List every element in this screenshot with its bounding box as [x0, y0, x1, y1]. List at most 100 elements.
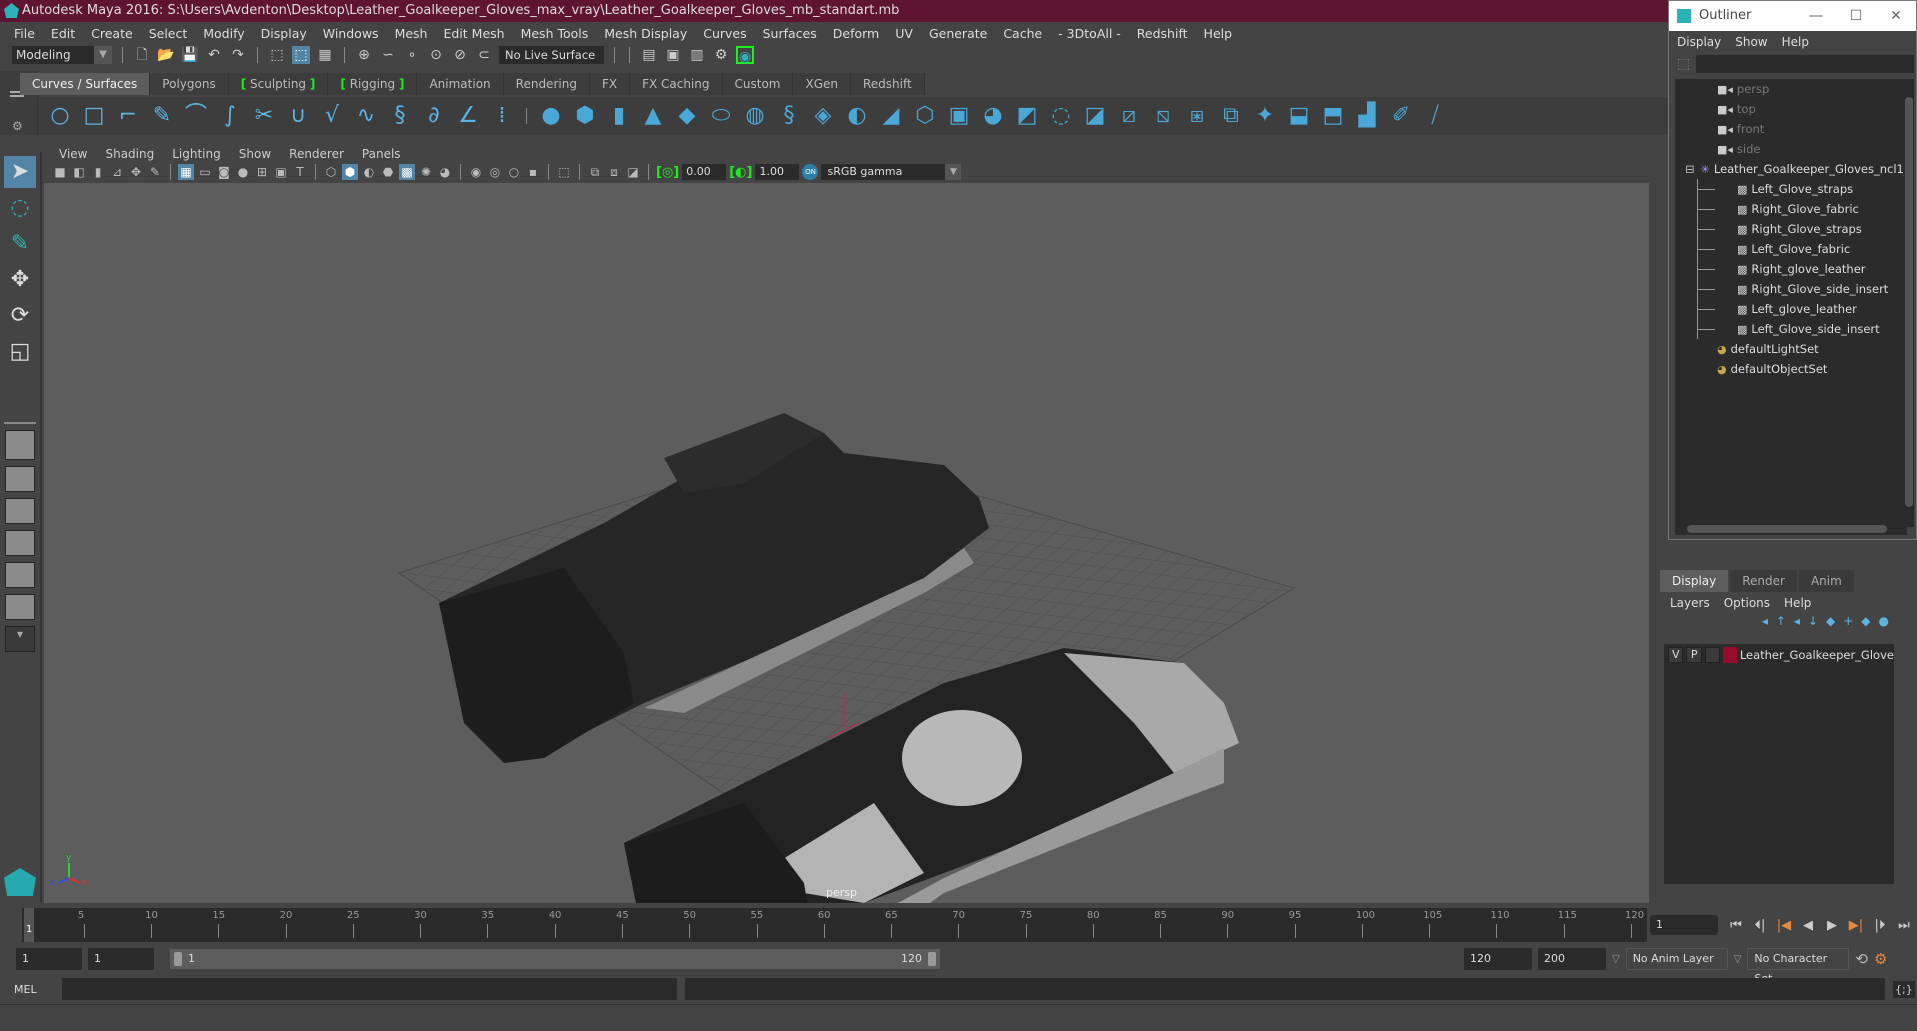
viewport-3d[interactable]: y x z [44, 183, 1649, 903]
select-tool-icon[interactable]: ➤ [4, 156, 36, 188]
layer-tab-anim[interactable]: Anim [1798, 570, 1854, 592]
outliner-search-input[interactable] [1696, 55, 1914, 73]
menu-curves[interactable]: Curves [695, 26, 754, 41]
rotate-tool-icon[interactable]: ⟳ [4, 300, 36, 332]
mode-selector[interactable]: Modeling ▼ [12, 46, 112, 64]
move-layer-up-icon[interactable]: ◂↑ [1762, 614, 1794, 628]
layer-visibility-toggle[interactable]: V [1668, 647, 1684, 663]
image-plane-icon[interactable]: ⊿ [109, 164, 125, 180]
layer-menu-options[interactable]: Options [1724, 596, 1770, 610]
go-to-start-icon[interactable]: ⏮ [1725, 918, 1747, 933]
playback-end-field[interactable]: 120 [1464, 948, 1532, 970]
undo-icon[interactable]: ↶ [205, 46, 223, 64]
shelf-tab-sculpting[interactable]: [ Sculpting ] [228, 73, 329, 95]
screen-space-ao-icon[interactable]: ◉ [468, 164, 484, 180]
nurbs-circle-icon[interactable]: ○ [46, 102, 74, 130]
bevel-icon[interactable]: ◕ [979, 102, 1007, 130]
depth-of-field-icon[interactable]: ▪ [525, 164, 541, 180]
extend-curve-icon[interactable]: ∠ [454, 102, 482, 130]
shelf-tab-rigging[interactable]: [ Rigging ] [328, 73, 418, 95]
menu-edit[interactable]: Edit [43, 26, 83, 41]
animation-end-field[interactable]: 200 [1538, 948, 1606, 970]
range-start-handle[interactable] [174, 952, 182, 966]
nurbs-sphere-icon[interactable]: ● [537, 102, 565, 130]
planar-icon[interactable]: ◈ [809, 102, 837, 130]
menu-file[interactable]: File [6, 26, 43, 41]
menu-help[interactable]: Help [1196, 26, 1241, 41]
sculpt-icon[interactable]: ✐ [1387, 102, 1415, 130]
ep-curve-icon[interactable]: ⌒ [182, 102, 210, 130]
motion-blur-icon[interactable]: ◎ [487, 164, 503, 180]
perspective-outliner-layout-icon[interactable] [5, 498, 35, 524]
grease-pencil-icon[interactable]: ✎ [147, 164, 163, 180]
nurbs-cylinder-icon[interactable]: ▮ [605, 102, 633, 130]
shelf-tab-fx-caching[interactable]: FX Caching [630, 73, 723, 95]
move-layer-down-icon[interactable]: ◂↓ [1794, 614, 1826, 628]
shelf-tab-animation[interactable]: Animation [417, 73, 504, 95]
layer-menu-layers[interactable]: Layers [1670, 596, 1710, 610]
render-globals-icon[interactable]: ⚙ [712, 46, 730, 64]
shelf-tab-xgen[interactable]: XGen [793, 73, 851, 95]
film-gate-icon[interactable]: ▭ [197, 164, 213, 180]
script-editor-icon[interactable]: {;} [1893, 980, 1915, 998]
outliner-item[interactable]: ■◂ top [1675, 99, 1907, 119]
perspective-graph-layout-icon[interactable] [5, 530, 35, 556]
exposure-icon[interactable]: [◎] [656, 165, 679, 180]
outliner-item[interactable]: ▩ Left_glove_leather [1675, 299, 1907, 319]
layer-tab-display[interactable]: Display [1660, 570, 1729, 592]
extend-surface-icon[interactable]: ⬓ [1285, 102, 1313, 130]
animation-preferences-icon[interactable]: ⚙ [1874, 950, 1887, 968]
menu-mesh-display[interactable]: Mesh Display [596, 26, 695, 41]
scrollbar-thumb[interactable] [1687, 525, 1887, 533]
wireframe-icon[interactable]: ⬡ [323, 164, 339, 180]
redo-icon[interactable]: ↷ [229, 46, 247, 64]
menu-generate[interactable]: Generate [921, 26, 995, 41]
outliner-item[interactable]: ◕ defaultObjectSet [1675, 359, 1907, 379]
open-scene-icon[interactable]: 📂 [157, 46, 175, 64]
chevron-down-icon[interactable]: ▽ [1612, 954, 1620, 965]
magnet-icon[interactable]: ⊂ [475, 46, 493, 64]
trim-icon[interactable]: ◪ [1081, 102, 1109, 130]
outliner-item[interactable]: ▩ Left_Glove_fabric [1675, 239, 1907, 259]
menu-redshift[interactable]: Redshift [1129, 26, 1196, 41]
resolution-gate-icon[interactable]: ◙ [216, 164, 232, 180]
filter-icon[interactable]: ⬚ [1677, 56, 1690, 72]
isolate-select-icon[interactable]: ⬚ [556, 164, 572, 180]
shelf-tab-custom[interactable]: Custom [722, 73, 794, 95]
outliner-menu-display[interactable]: Display [1677, 35, 1721, 49]
outliner-vertical-scrollbar[interactable] [1904, 79, 1914, 527]
attach-curves-icon[interactable]: ∪ [284, 102, 312, 130]
detach-surfaces-icon[interactable]: ⧆ [1183, 102, 1211, 130]
viewport-menu-view[interactable]: View [50, 147, 96, 161]
collapse-icon[interactable]: ⊟ [1685, 162, 1695, 176]
outliner-item[interactable]: ■◂ front [1675, 119, 1907, 139]
auto-key-icon[interactable]: ⟲ [1855, 950, 1868, 968]
shelf-tab-curves-surfaces[interactable]: Curves / Surfaces [20, 73, 151, 95]
gamma-field[interactable]: 1.00 [755, 164, 800, 180]
2d-pan-zoom-icon[interactable]: ✥ [128, 164, 144, 180]
outliner-item[interactable]: ■◂ side [1675, 139, 1907, 159]
attach-surfaces-icon[interactable]: ⧅ [1149, 102, 1177, 130]
outliner-horizontal-scrollbar[interactable] [1675, 523, 1907, 535]
outliner-item[interactable]: ▩ Left_Glove_straps [1675, 179, 1907, 199]
close-button[interactable]: ✕ [1876, 1, 1916, 31]
playback-start-field[interactable]: 1 [88, 948, 154, 970]
step-back-key-icon[interactable]: |◀ [1773, 918, 1795, 933]
render-settings-icon[interactable]: ▤ [640, 46, 658, 64]
perspective-uv-layout-icon[interactable] [5, 594, 35, 620]
menu-3dtoall[interactable]: - 3DtoAll - [1050, 26, 1129, 41]
new-layer-selected-icon[interactable]: ◆● [1861, 614, 1897, 628]
menu-modify[interactable]: Modify [195, 26, 252, 41]
new-scene-icon[interactable]: 🗋 [133, 46, 151, 64]
scrollbar-thumb[interactable] [1905, 97, 1913, 507]
select-camera-icon[interactable]: ■ [52, 164, 68, 180]
command-input[interactable] [62, 978, 677, 1000]
outliner-item[interactable]: ■◂ persp [1675, 79, 1907, 99]
outliner-menu-show[interactable]: Show [1735, 35, 1767, 49]
layer-row[interactable]: V P Leather_Goalkeeper_Glove [1664, 644, 1894, 666]
project-curve-icon[interactable]: ◩ [1013, 102, 1041, 130]
time-slider[interactable]: 1 5 10 15 20 25 30 35 40 45 50 55 60 65 70 75 80 85 90 95 1… [22, 908, 1647, 942]
menu-uv[interactable]: UV [887, 26, 921, 41]
square-surface-icon[interactable]: ▣ [945, 102, 973, 130]
play-forward-icon[interactable]: ▶ [1821, 918, 1843, 933]
